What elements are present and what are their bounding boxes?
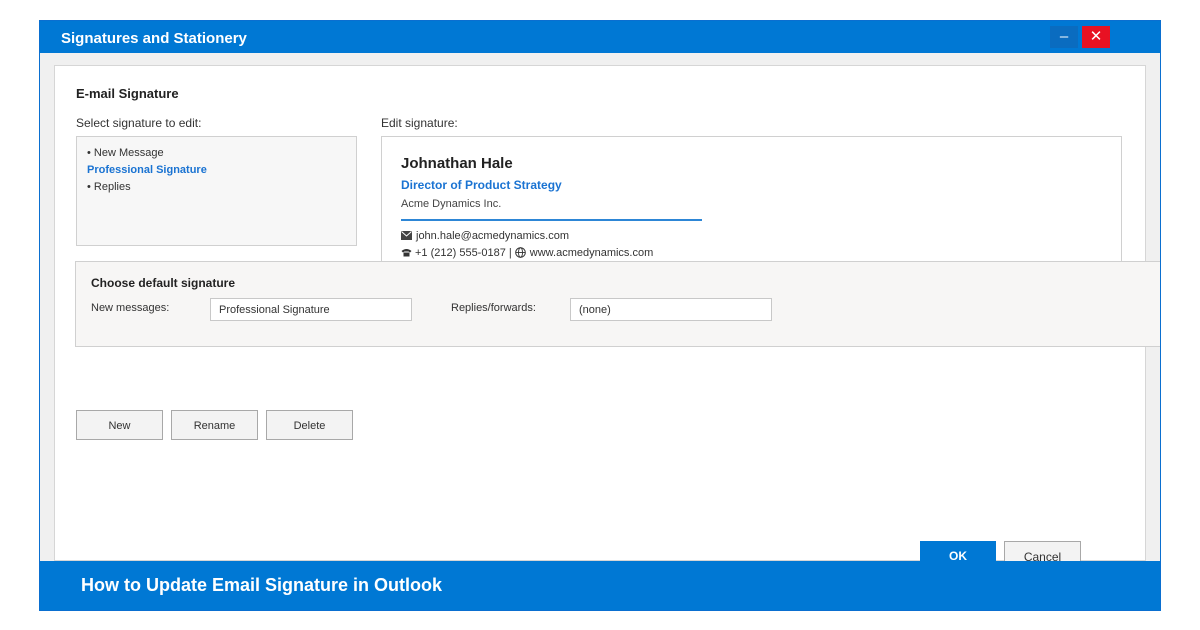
signature-divider [401,219,702,221]
replies-forwards-label: Replies/forwards: [451,302,536,314]
signature-name: Johnathan Hale [401,155,513,172]
minimize-button[interactable]: – [1050,26,1078,48]
signature-list-item[interactable]: • New Message [87,145,346,162]
globe-icon [514,247,526,258]
edit-signature-label: Edit signature: [381,116,458,130]
signature-list-item-selected[interactable]: Professional Signature [87,162,346,179]
select-signature-label: Select signature to edit: [76,116,202,130]
signatures-window: Signatures and Stationery – ✕ E-mail Sig… [39,20,1161,611]
new-button[interactable]: New [76,410,163,440]
title-bar: Signatures and Stationery – ✕ [40,21,1160,53]
phone-icon [401,249,412,257]
signature-company: Acme Dynamics Inc. [401,198,502,210]
footer-title: How to Update Email Signature in Outlook [81,575,443,595]
close-button[interactable]: ✕ [1082,26,1110,48]
replies-forwards-select[interactable]: (none) [570,298,772,321]
signature-email: john.hale@acmedynamics.com [416,230,570,242]
email-icon [401,231,412,240]
footer-banner: How to Update Email Signature in Outlook [40,561,1160,610]
signature-role: Director of Product Strategy [401,178,562,192]
new-messages-label: New messages: [91,302,170,314]
signature-list-item[interactable]: • Replies [87,179,346,196]
signature-editor[interactable]: Johnathan Hale Director of Product Strat… [381,136,1122,276]
default-signature-panel: Choose default signature New messages: P… [75,261,1160,347]
section-title: E-mail Signature [76,86,179,101]
rename-button[interactable]: Rename [171,410,258,440]
signature-website: www.acmedynamics.com [529,247,654,259]
signature-email-line: john.hale@acmedynamics.com [401,230,569,242]
new-messages-select[interactable]: Professional Signature [210,298,412,321]
default-signature-title: Choose default signature [91,276,236,290]
window-title: Signatures and Stationery [61,30,247,47]
signature-contact-line: +1 (212) 555-0187 | www.acmedynamics.com [401,247,653,259]
signature-list: • New Message Professional Signature • R… [76,136,357,246]
delete-button[interactable]: Delete [266,410,353,440]
signature-phone: +1 (212) 555-0187 | [415,247,515,259]
